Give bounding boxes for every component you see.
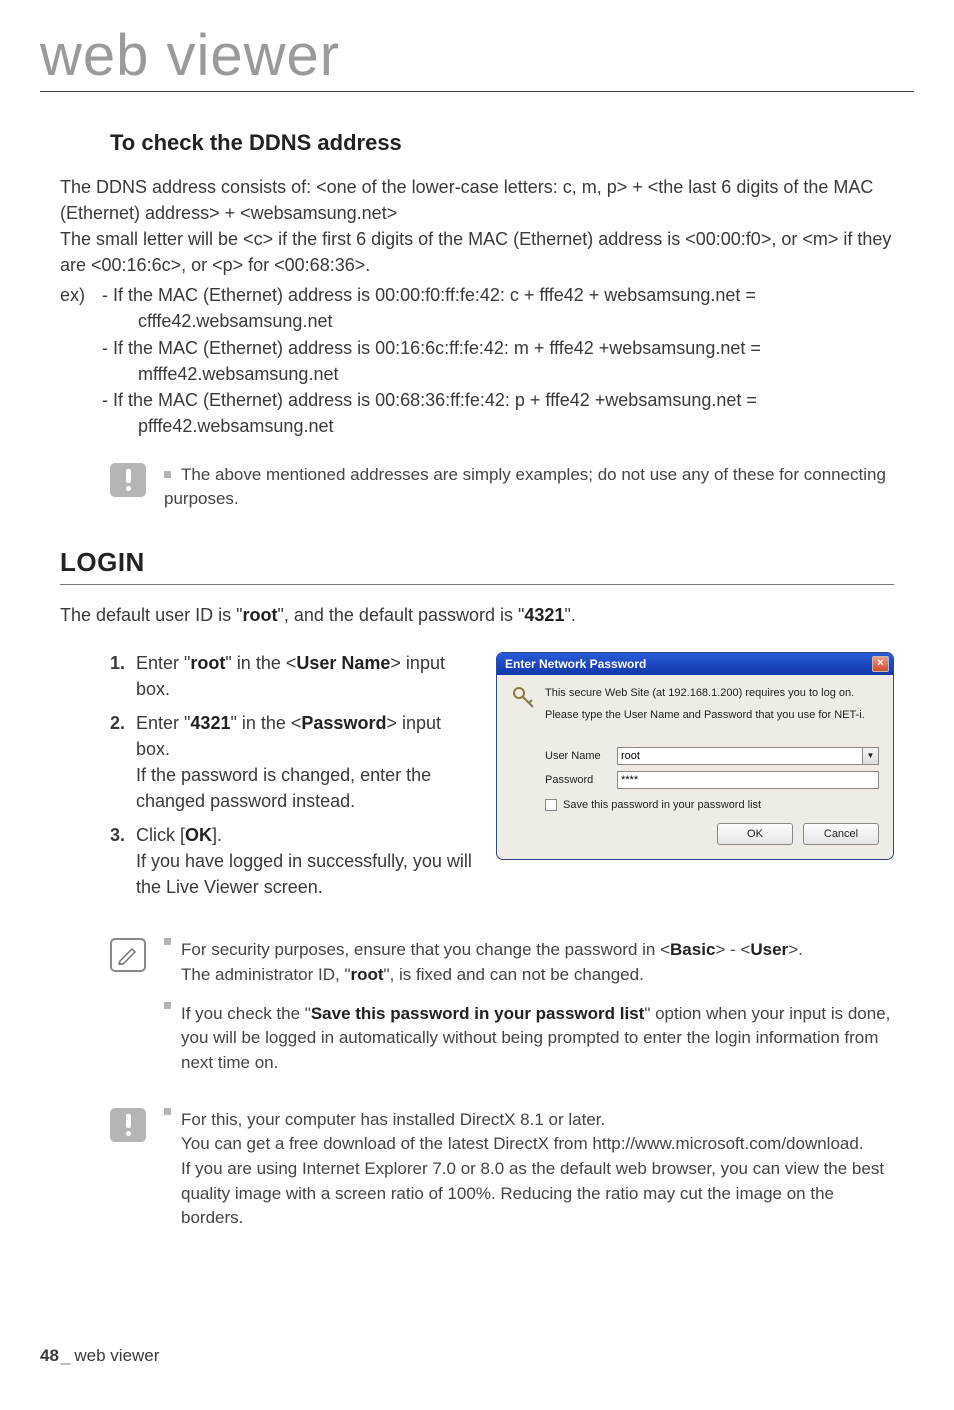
example-2-line-2: mfffe42.websamsung.net	[138, 361, 894, 387]
page-number: 48	[40, 1346, 59, 1365]
note-icon	[110, 938, 146, 972]
bullet-icon	[164, 1108, 171, 1115]
close-button[interactable]: ×	[872, 656, 889, 672]
login-intro: The default user ID is "root", and the d…	[60, 605, 894, 626]
tip-2: If you check the "Save this password in …	[181, 1002, 894, 1076]
dialog-message-1: This secure Web Site (at 192.168.1.200) …	[545, 687, 879, 699]
tip-1: For security purposes, ensure that you c…	[181, 938, 894, 987]
step-1-number: 1.	[110, 650, 136, 702]
page-title: web viewer	[40, 22, 914, 92]
dialog-title: Enter Network Password	[505, 657, 646, 671]
save-password-checkbox[interactable]	[545, 799, 557, 811]
ok-button[interactable]: OK	[717, 823, 793, 845]
username-input[interactable]	[617, 747, 862, 765]
login-heading: LOGIN	[60, 547, 894, 578]
footer-text: web viewer	[74, 1346, 159, 1365]
cancel-button[interactable]: Cancel	[803, 823, 879, 845]
dialog-message-2: Please type the User Name and Password t…	[545, 709, 879, 721]
important-icon	[110, 1108, 146, 1142]
step-2-text: Enter "4321" in the <Password> input box…	[136, 710, 480, 814]
example-2-line-1: - If the MAC (Ethernet) address is 00:16…	[102, 338, 761, 358]
password-input[interactable]	[617, 771, 879, 789]
step-2-number: 2.	[110, 710, 136, 814]
example-prefix: ex)	[60, 282, 100, 308]
step-1-text: Enter "root" in the <User Name> input bo…	[136, 650, 480, 702]
example-1-line-1: - If the MAC (Ethernet) address is 00:00…	[102, 285, 756, 305]
divider	[60, 584, 894, 585]
ddns-paragraph-2: The small letter will be <c> if the firs…	[60, 226, 894, 278]
tip-3: For this, your computer has installed Di…	[181, 1108, 894, 1231]
save-password-label: Save this password in your password list	[563, 799, 761, 811]
bullet-icon	[164, 1002, 171, 1009]
important-icon	[110, 463, 146, 497]
ddns-note: The above mentioned addresses are simply…	[164, 465, 886, 508]
example-3-line-1: - If the MAC (Ethernet) address is 00:68…	[102, 390, 757, 410]
ddns-heading: To check the DDNS address	[110, 130, 894, 156]
username-dropdown-button[interactable]: ▼	[862, 747, 879, 765]
example-3-line-2: pfffe42.websamsung.net	[138, 413, 894, 439]
step-3-number: 3.	[110, 822, 136, 900]
username-label: User Name	[545, 750, 617, 762]
key-icon	[511, 685, 539, 717]
ddns-paragraph-1: The DDNS address consists of: <one of th…	[60, 174, 894, 226]
step-3-text: Click [OK]. If you have logged in succes…	[136, 822, 480, 900]
bullet-icon	[164, 471, 171, 478]
password-dialog: Enter Network Password × This secure Web…	[496, 652, 894, 860]
example-1-line-2: cfffe42.websamsung.net	[138, 308, 894, 334]
page-footer: 48_web viewer	[40, 1346, 159, 1366]
password-label: Password	[545, 774, 617, 786]
bullet-icon	[164, 938, 171, 945]
